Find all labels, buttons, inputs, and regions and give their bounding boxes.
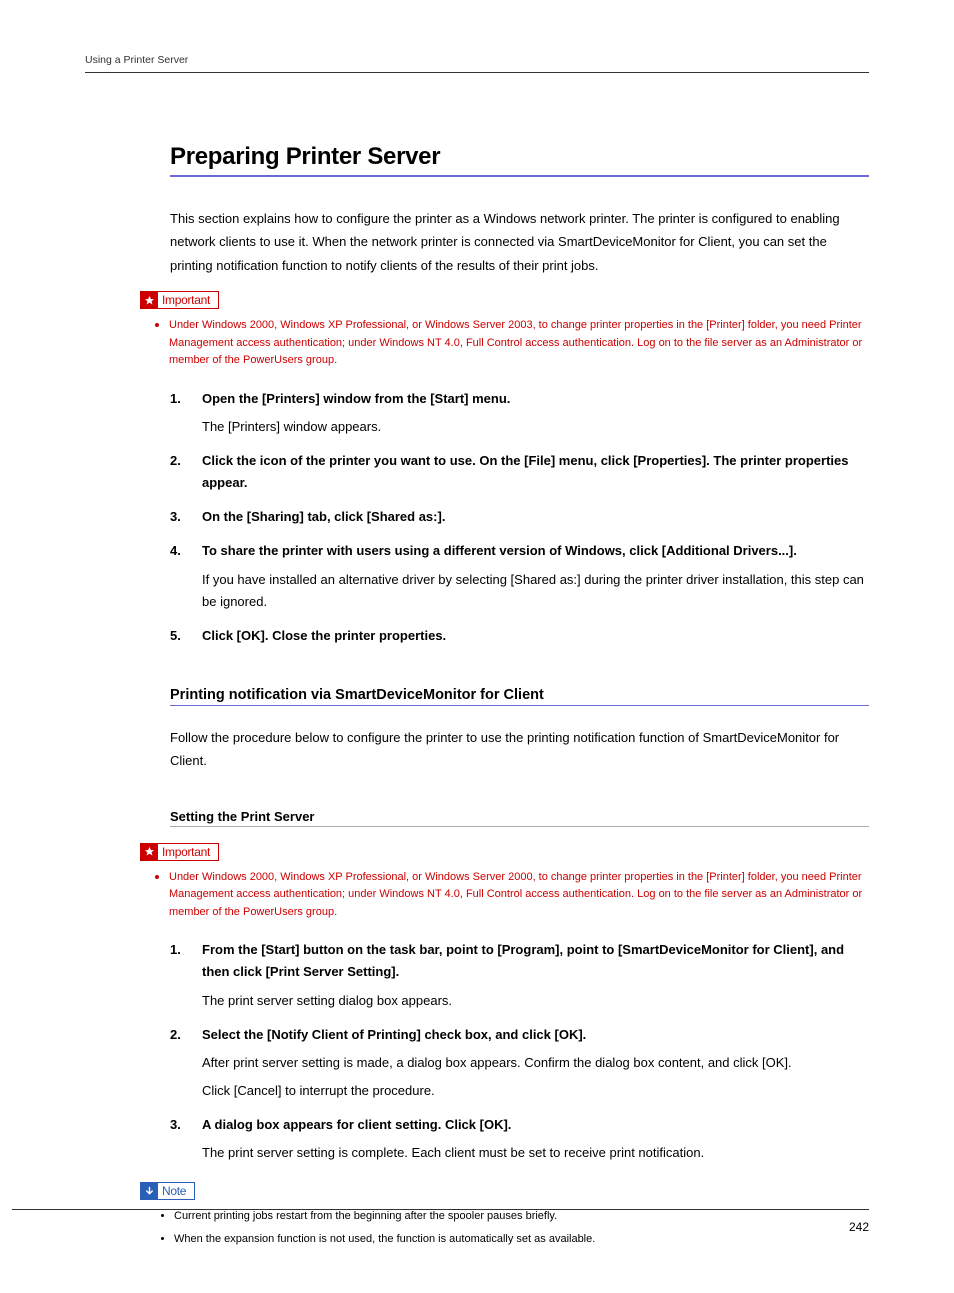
- important-text: Under Windows 2000, Windows XP Professio…: [169, 869, 869, 922]
- star-icon: [141, 292, 158, 308]
- arrow-down-icon: [141, 1183, 158, 1199]
- note-list: Current printing jobs restart from the b…: [161, 1208, 869, 1247]
- steps-list-1: Open the [Printers] window from the [Sta…: [170, 388, 869, 647]
- sub-heading-rule: [170, 705, 869, 706]
- star-icon: [141, 844, 158, 860]
- note-item: When the expansion function is not used,…: [161, 1231, 869, 1248]
- bullet-dot-icon: [155, 875, 159, 879]
- step-title: Click [OK]. Close the printer properties…: [202, 625, 869, 647]
- important-callout: Important: [140, 843, 219, 861]
- important-callout: Important: [140, 291, 219, 309]
- step-desc: After print server setting is made, a di…: [202, 1052, 869, 1074]
- important-label: Important: [158, 293, 218, 307]
- step-desc: The [Printers] window appears.: [202, 416, 869, 438]
- note-item: Current printing jobs restart from the b…: [161, 1208, 869, 1225]
- sub-intro: Follow the procedure below to configure …: [170, 726, 869, 773]
- step-item: Click the icon of the printer you want t…: [170, 450, 869, 494]
- step-title: Select the [Notify Client of Printing] c…: [202, 1024, 869, 1046]
- step-item: From the [Start] button on the task bar,…: [170, 939, 869, 1011]
- important-label: Important: [158, 845, 218, 859]
- step-title: A dialog box appears for client setting.…: [202, 1114, 869, 1136]
- step-item: Select the [Notify Client of Printing] c…: [170, 1024, 869, 1102]
- header-rule: [85, 72, 869, 73]
- step-title: To share the printer with users using a …: [202, 540, 869, 562]
- page-number: 242: [849, 1220, 869, 1234]
- note-text: When the expansion function is not used,…: [174, 1231, 595, 1248]
- sub-heading: Printing notification via SmartDeviceMon…: [170, 687, 869, 703]
- step-desc: If you have installed an alternative dri…: [202, 569, 869, 613]
- steps-list-2: From the [Start] button on the task bar,…: [170, 939, 869, 1164]
- important-bullet: Under Windows 2000, Windows XP Professio…: [155, 869, 869, 922]
- footer-rule: [12, 1209, 869, 1210]
- content-area: Preparing Printer Server This section ex…: [170, 143, 869, 1247]
- step-desc: Click [Cancel] to interrupt the procedur…: [202, 1080, 869, 1102]
- step-title: Open the [Printers] window from the [Sta…: [202, 388, 869, 410]
- sub-sub-heading: Setting the Print Server: [170, 809, 869, 824]
- page-title: Preparing Printer Server: [170, 143, 869, 171]
- step-desc: The print server setting is complete. Ea…: [202, 1142, 869, 1164]
- step-item: To share the printer with users using a …: [170, 540, 869, 612]
- running-header: Using a Printer Server: [85, 54, 869, 66]
- step-desc: The print server setting dialog box appe…: [202, 990, 869, 1012]
- step-title: On the [Sharing] tab, click [Shared as:]…: [202, 506, 869, 528]
- step-item: Click [OK]. Close the printer properties…: [170, 625, 869, 647]
- bullet-dot-icon: [161, 1237, 164, 1240]
- important-text: Under Windows 2000, Windows XP Professio…: [169, 317, 869, 370]
- step-title: Click the icon of the printer you want t…: [202, 450, 869, 494]
- title-rule: [170, 175, 869, 177]
- note-label: Note: [158, 1184, 194, 1198]
- step-item: Open the [Printers] window from the [Sta…: [170, 388, 869, 438]
- step-item: On the [Sharing] tab, click [Shared as:]…: [170, 506, 869, 528]
- note-text: Current printing jobs restart from the b…: [174, 1208, 557, 1225]
- bullet-dot-icon: [155, 323, 159, 327]
- step-title: From the [Start] button on the task bar,…: [202, 939, 869, 983]
- step-item: A dialog box appears for client setting.…: [170, 1114, 869, 1164]
- sub-sub-rule: [170, 826, 869, 827]
- note-callout: Note: [140, 1182, 195, 1200]
- intro-paragraph: This section explains how to configure t…: [170, 207, 869, 277]
- bullet-dot-icon: [161, 1214, 164, 1217]
- important-bullet: Under Windows 2000, Windows XP Professio…: [155, 317, 869, 370]
